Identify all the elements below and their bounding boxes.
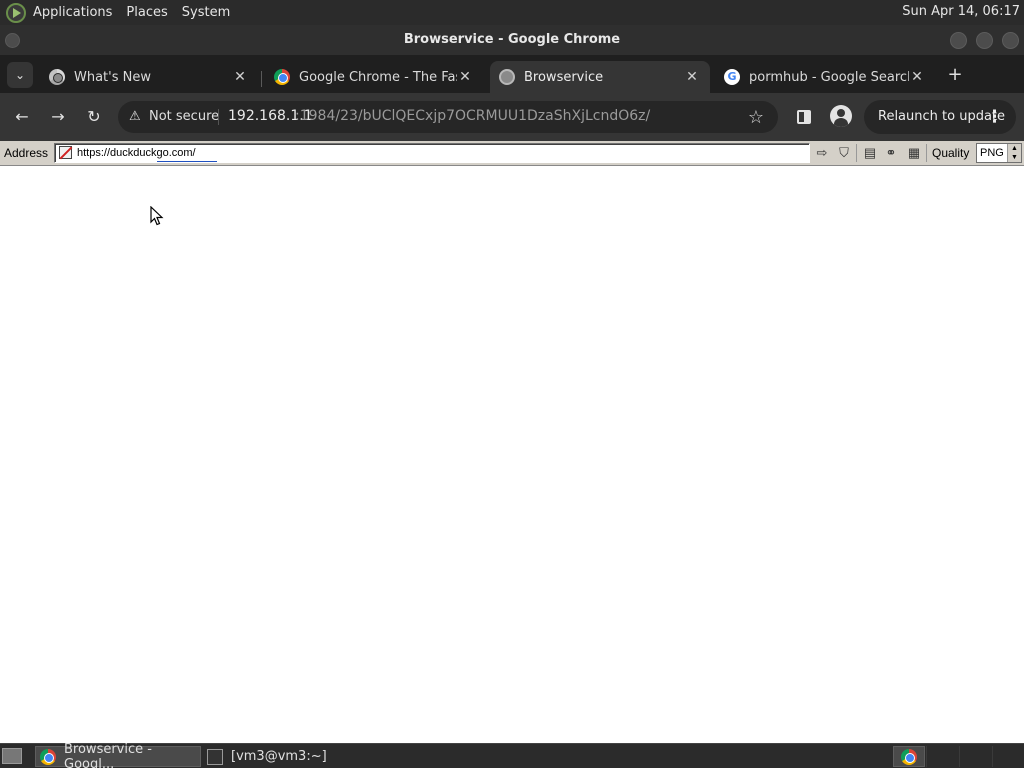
browservice-toolbar: Address https://duckduckgo.com/ ⇨ ⛉ ▤ ⚭ … bbox=[0, 141, 1024, 166]
close-icon[interactable]: ✕ bbox=[232, 69, 248, 85]
address-value[interactable]: https://duckduckgo.com/ bbox=[77, 147, 196, 159]
taskbar-item-browservice[interactable]: Browservice - Googl... bbox=[35, 742, 201, 768]
task-label: [vm3@vm3:~] bbox=[231, 749, 327, 764]
show-desktop-icon[interactable] bbox=[2, 748, 22, 764]
tab-title: What's New bbox=[74, 69, 151, 85]
address-underline bbox=[157, 161, 217, 162]
tab-strip: ⌄ What's New ✕ Google Chrome - The Fast … bbox=[0, 55, 1024, 93]
applications-menu[interactable]: Applications bbox=[33, 5, 112, 20]
minimize-button[interactable] bbox=[950, 32, 967, 49]
workspace-switcher-2[interactable] bbox=[926, 746, 958, 767]
workspace-switcher-3[interactable] bbox=[959, 746, 991, 767]
workspace-chrome-indicator[interactable] bbox=[893, 746, 925, 767]
bottom-taskbar: Browservice - Googl... [vm3@vm3:~] bbox=[0, 742, 1024, 768]
bookmarks-list-icon[interactable]: ▤ bbox=[861, 145, 879, 161]
taskbar-item-terminal[interactable]: [vm3@vm3:~] bbox=[203, 746, 393, 767]
window-menu-button[interactable] bbox=[5, 33, 20, 48]
places-menu[interactable]: Places bbox=[126, 5, 167, 20]
omnibox[interactable]: ⚠ Not secure 192.168.1.1 :1984/23/bUClQE… bbox=[118, 101, 778, 133]
close-icon[interactable]: ✕ bbox=[684, 69, 700, 85]
star-icon[interactable]: ☆ bbox=[748, 107, 764, 128]
chrome-icon bbox=[901, 749, 917, 765]
distro-logo-icon[interactable] bbox=[6, 2, 26, 23]
system-menu[interactable]: System bbox=[182, 5, 230, 20]
chrome-icon bbox=[40, 748, 56, 765]
address-input[interactable]: https://duckduckgo.com/ bbox=[54, 143, 810, 163]
chrome-mono-icon bbox=[49, 69, 65, 85]
page-content-area[interactable] bbox=[0, 167, 1024, 743]
chevron-down-icon: ⌄ bbox=[14, 68, 26, 82]
google-icon: G bbox=[724, 69, 740, 85]
tab-title: Google Chrome - The Fast bbox=[299, 69, 457, 85]
insecure-lock-icon bbox=[59, 146, 72, 159]
go-arrow-icon[interactable]: ⇨ bbox=[813, 145, 831, 161]
globe-icon bbox=[499, 69, 515, 85]
bookmark-icon[interactable]: ⛉ bbox=[835, 145, 853, 161]
toolbar-separator bbox=[856, 144, 857, 162]
quality-select[interactable]: PNG ▲ ▼ bbox=[976, 143, 1022, 163]
close-icon[interactable]: ✕ bbox=[909, 69, 925, 85]
tab-title: pormhub - Google Search bbox=[749, 69, 909, 85]
top-panel: Applications Places System Sun Apr 14, 0… bbox=[0, 0, 1024, 25]
kebab-menu-icon[interactable]: ⋮ bbox=[986, 100, 1003, 134]
clipboard-icon[interactable]: ▦ bbox=[905, 145, 923, 161]
back-button[interactable]: ← bbox=[10, 105, 34, 129]
address-label: Address bbox=[4, 146, 49, 160]
arrow-right-icon: → bbox=[51, 107, 65, 126]
tab-google-chrome[interactable]: Google Chrome - The Fast ✕ bbox=[265, 61, 483, 93]
security-chip[interactable]: Not secure bbox=[149, 109, 219, 124]
omnibox-divider bbox=[218, 109, 219, 125]
find-binoculars-icon[interactable]: ⚭ bbox=[882, 145, 900, 161]
url-path[interactable]: :1984/23/bUClQECxjp7OCRMUU1DzaShXjLcndO6… bbox=[295, 108, 650, 124]
quality-value: PNG bbox=[980, 147, 1004, 159]
profile-avatar-icon[interactable] bbox=[830, 105, 852, 127]
arrow-left-icon: ← bbox=[15, 107, 29, 126]
warning-icon[interactable]: ⚠ bbox=[129, 109, 145, 125]
relaunch-to-update-button[interactable]: Relaunch to update ⋮ bbox=[864, 100, 1016, 134]
tab-browservice[interactable]: Browservice ✕ bbox=[490, 61, 710, 93]
maximize-button[interactable] bbox=[976, 32, 993, 49]
plus-icon: + bbox=[947, 64, 963, 85]
browser-toolbar: ← → ↻ ⚠ Not secure 192.168.1.1 :1984/23/… bbox=[0, 93, 1024, 141]
window-titlebar[interactable]: Browservice - Google Chrome bbox=[0, 25, 1024, 55]
workspace-switcher-4[interactable] bbox=[992, 746, 1024, 767]
tab-whats-new[interactable]: What's New ✕ bbox=[40, 61, 258, 93]
window-title: Browservice - Google Chrome bbox=[403, 32, 621, 47]
close-icon[interactable]: ✕ bbox=[457, 69, 473, 85]
forward-button[interactable]: → bbox=[46, 105, 70, 129]
tab-divider bbox=[261, 71, 262, 87]
task-label: Browservice - Googl... bbox=[64, 741, 152, 768]
quality-label: Quality bbox=[932, 146, 970, 160]
reload-icon: ↻ bbox=[87, 107, 101, 126]
tab-title: Browservice bbox=[524, 69, 604, 85]
reload-button[interactable]: ↻ bbox=[82, 105, 106, 129]
toolbar-separator bbox=[926, 144, 927, 162]
chrome-icon bbox=[274, 69, 290, 85]
side-panel-icon[interactable] bbox=[797, 110, 811, 124]
tab-google-search[interactable]: G pormhub - Google Search ✕ bbox=[715, 61, 935, 93]
panel-clock[interactable]: Sun Apr 14, 06:17 bbox=[902, 4, 1020, 19]
quality-spinner-icon[interactable]: ▲ ▼ bbox=[1007, 144, 1021, 162]
terminal-icon bbox=[207, 748, 223, 765]
close-window-button[interactable] bbox=[1002, 32, 1019, 49]
new-tab-button[interactable]: + bbox=[944, 64, 966, 86]
tab-search-button[interactable]: ⌄ bbox=[7, 62, 33, 88]
